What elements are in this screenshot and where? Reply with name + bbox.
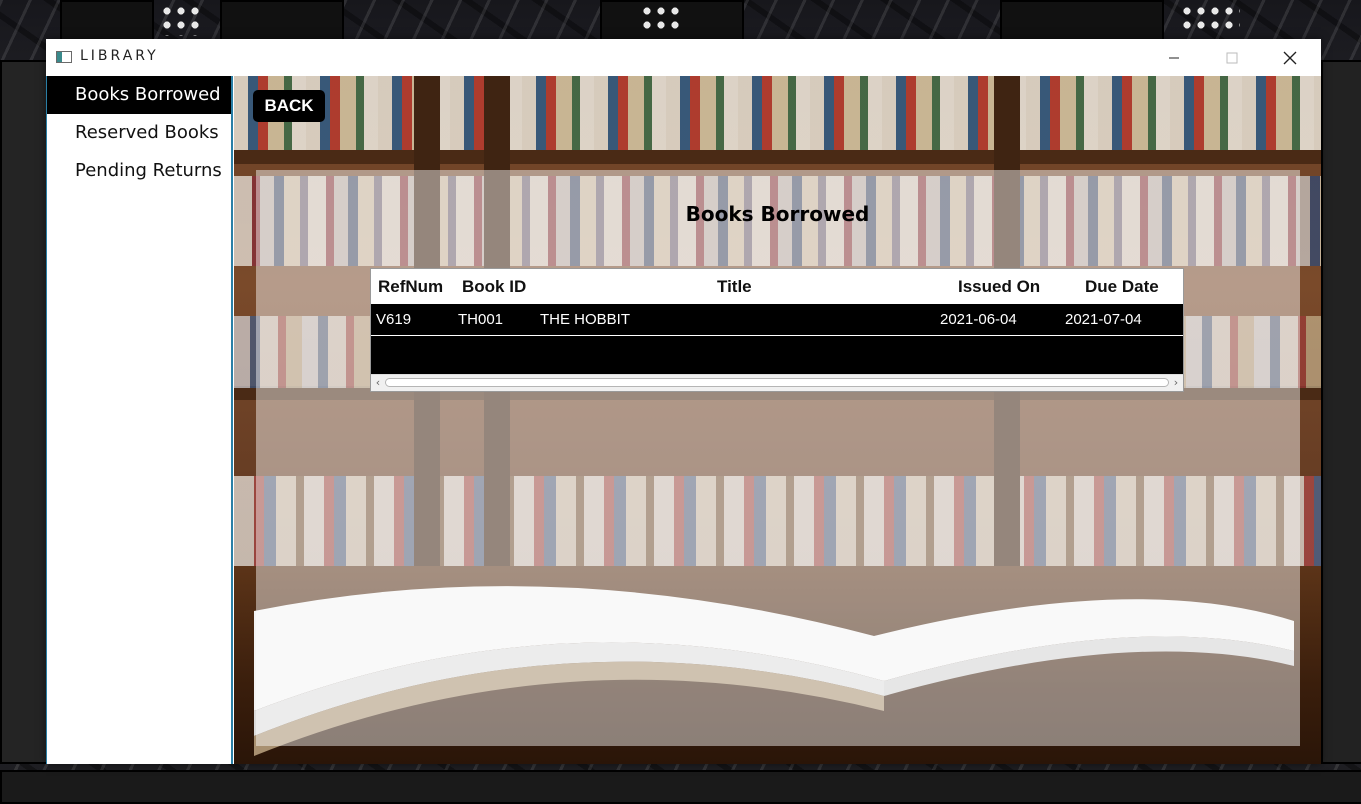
content-panel xyxy=(256,170,1300,746)
skyline-building xyxy=(1000,0,1164,42)
minimize-button[interactable] xyxy=(1145,39,1203,76)
title-bar[interactable]: LIBRARY xyxy=(46,39,1321,76)
sidebar: Books Borrowed Reserved Books Pending Re… xyxy=(46,76,233,764)
sidebar-item-books-borrowed[interactable]: Books Borrowed xyxy=(47,76,231,114)
minimize-icon xyxy=(1169,57,1179,58)
skyline-building xyxy=(0,770,1361,804)
cell-book-id: TH001 xyxy=(458,311,504,328)
close-icon xyxy=(1283,51,1297,64)
cell-issued-on: 2021-06-04 xyxy=(940,311,1017,328)
skyline-windows xyxy=(1180,4,1240,34)
skyline-building xyxy=(60,0,154,44)
skyline-windows xyxy=(160,4,200,36)
column-header-refnum[interactable]: RefNum xyxy=(378,269,443,304)
skyline-building xyxy=(220,0,344,42)
column-header-due-date[interactable]: Due Date xyxy=(1085,269,1159,304)
table-header: RefNum Book ID Title Issued On Due Date xyxy=(371,269,1183,305)
column-header-title[interactable]: Title xyxy=(717,269,752,304)
sidebar-item-pending-returns[interactable]: Pending Returns xyxy=(47,152,231,190)
scroll-left-icon[interactable]: ‹ xyxy=(372,375,384,391)
page-title: Books Borrowed xyxy=(685,202,870,226)
cell-title: THE HOBBIT xyxy=(540,311,631,328)
column-header-book-id[interactable]: Book ID xyxy=(462,269,526,304)
column-header-issued-on[interactable]: Issued On xyxy=(958,269,1040,304)
table-row[interactable]: V619 TH001 THE HOBBIT 2021-06-04 2021-07… xyxy=(371,304,1183,336)
main-content: BACK Books Borrowed RefNum Book ID Title… xyxy=(234,76,1321,764)
borrowed-books-table[interactable]: RefNum Book ID Title Issued On Due Date … xyxy=(370,268,1184,392)
skyline-building xyxy=(1321,60,1361,764)
cell-refnum: V619 xyxy=(376,311,412,328)
skyline-windows xyxy=(640,4,680,34)
app-icon xyxy=(56,51,72,63)
app-window: LIBRARY Books Borrowed Reserved Books Pe… xyxy=(46,39,1321,764)
sidebar-item-reserved-books[interactable]: Reserved Books xyxy=(47,114,231,152)
back-button[interactable]: BACK xyxy=(253,90,325,122)
skyline-building xyxy=(0,60,50,764)
scroll-right-icon[interactable]: › xyxy=(1170,375,1182,391)
close-button[interactable] xyxy=(1261,39,1319,76)
cell-due-date: 2021-07-04 xyxy=(1065,311,1142,328)
scrollbar-thumb[interactable] xyxy=(385,378,1169,387)
maximize-icon xyxy=(1226,52,1238,63)
window-title: LIBRARY xyxy=(80,48,159,64)
horizontal-scrollbar[interactable]: ‹ › xyxy=(371,374,1183,391)
maximize-button[interactable] xyxy=(1203,39,1261,76)
